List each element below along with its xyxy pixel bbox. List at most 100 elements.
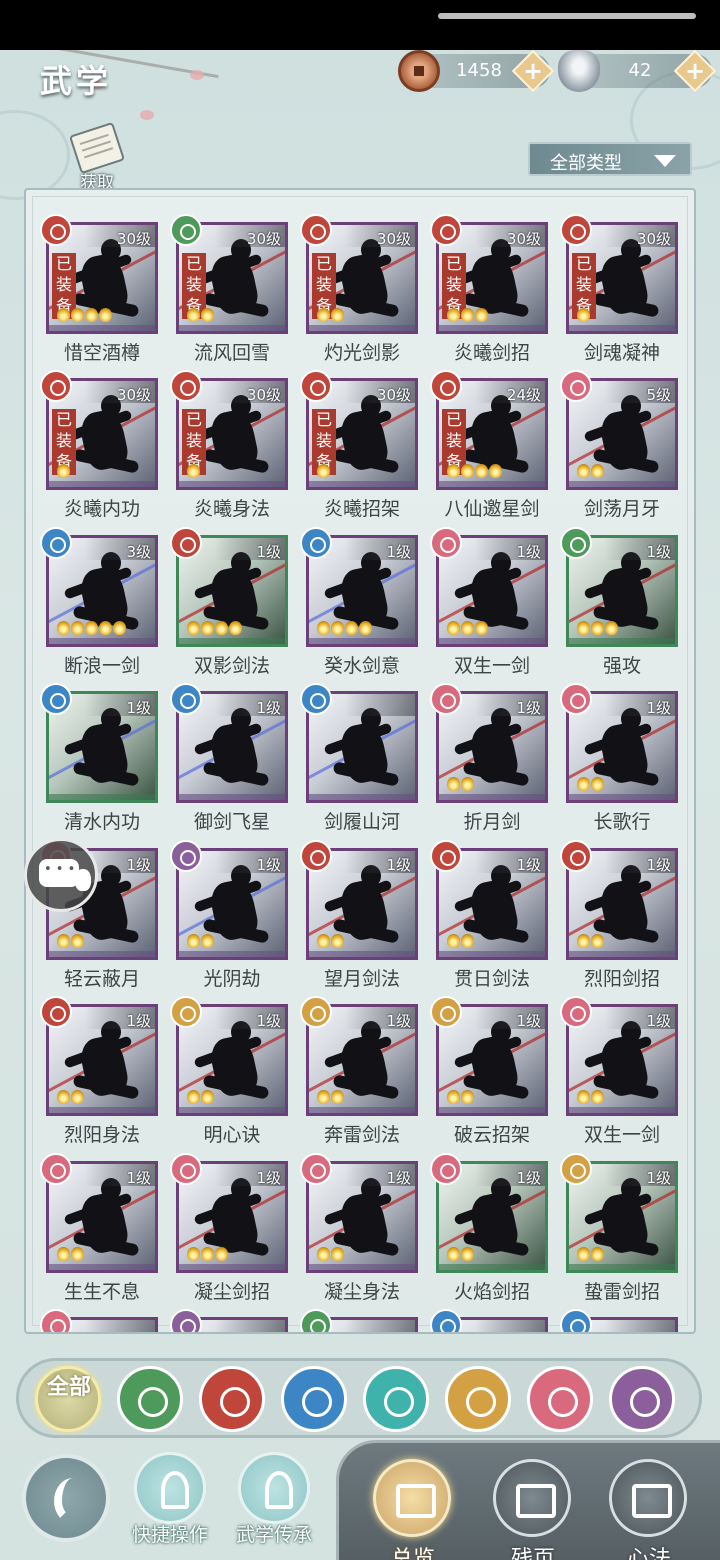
tab-fragments[interactable]: 残页 — [485, 1459, 581, 1560]
flame-pip-icon — [577, 621, 590, 635]
skill-level: 30级 — [376, 230, 411, 248]
skill-level: 1级 — [386, 1169, 411, 1187]
fire-element-icon — [300, 214, 332, 246]
star-pips — [317, 1246, 345, 1261]
star-pips — [577, 307, 591, 322]
skill-card[interactable]: 30级 已装备 流风回雪 — [170, 214, 288, 372]
skill-card[interactable]: 1级 御剑飞星 — [170, 683, 288, 841]
cloud-ornament — [0, 110, 70, 200]
skill-card[interactable]: 1级 凝尘身法 — [300, 1153, 418, 1311]
acquire-button[interactable]: 获取 — [62, 121, 132, 193]
skill-card-partial[interactable] — [430, 1309, 548, 1332]
skill-card-partial[interactable] — [560, 1309, 678, 1332]
skill-card[interactable]: 1级 望月剑法 — [300, 840, 418, 998]
skill-card[interactable]: 24级 已装备 八仙邀星剑 — [430, 370, 548, 528]
flame-pip-icon — [57, 1247, 70, 1261]
skill-card[interactable]: 1级 双生一剑 — [560, 996, 678, 1154]
chat-button[interactable] — [24, 838, 98, 912]
skill-card[interactable]: 1级 火焰剑招 — [430, 1153, 548, 1311]
skill-card[interactable]: 1级 明心诀 — [170, 996, 288, 1154]
element-tab-wind[interactable] — [117, 1366, 183, 1432]
flame-pip-icon — [187, 464, 200, 478]
flame-pip-icon — [187, 308, 200, 322]
skill-card[interactable]: 30级 已装备 炎曦招架 — [300, 370, 418, 528]
type-filter-dropdown[interactable]: 全部类型 — [528, 142, 692, 176]
star-pips — [577, 1089, 605, 1104]
skill-card[interactable]: 1级 折月剑 — [430, 683, 548, 841]
skill-card[interactable]: 1级 光阴劫 — [170, 840, 288, 998]
skill-level: 1级 — [386, 1012, 411, 1030]
star-pips — [577, 620, 619, 635]
flame-pip-icon — [447, 308, 460, 322]
skill-name: 断浪一剑 — [63, 655, 140, 677]
skill-card[interactable]: 1级 凝尘剑招 — [170, 1153, 288, 1311]
star-pips — [447, 933, 475, 948]
back-button[interactable] — [22, 1454, 110, 1542]
skill-card[interactable]: 30级 已装备 灼光剑影 — [300, 214, 418, 372]
star-pips — [577, 776, 605, 791]
copper-currency: 1458 + — [398, 49, 555, 93]
inheritance-button[interactable]: 武学传承 — [228, 1452, 318, 1560]
skill-card[interactable]: 剑履山河 — [300, 683, 418, 841]
quick-action-button[interactable]: 快捷操作 — [124, 1452, 214, 1560]
skill-card[interactable]: 30级 已装备 炎曦身法 — [170, 370, 288, 528]
skill-card[interactable]: 30级 已装备 剑魂凝神 — [560, 214, 678, 372]
element-tab-all[interactable]: 全部 — [35, 1366, 101, 1432]
skill-card[interactable]: 1级 破云招架 — [430, 996, 548, 1154]
copper-value: 1458 — [456, 60, 502, 81]
fire-element-icon — [560, 840, 592, 872]
skill-card[interactable]: 1级 蛰雷剑招 — [560, 1153, 678, 1311]
skill-card[interactable]: 1级 癸水剑意 — [300, 527, 418, 685]
flame-pip-icon — [331, 621, 344, 635]
fire-element-icon — [170, 370, 202, 402]
skill-level: 1级 — [646, 543, 671, 561]
element-tab-butterfly[interactable] — [363, 1366, 429, 1432]
moon-element-icon — [170, 1153, 202, 1185]
flame-pip-icon — [57, 464, 70, 478]
scroll-icon — [68, 121, 126, 175]
skill-card[interactable]: 30级 已装备 炎曦内功 — [40, 370, 158, 528]
rose-element-icon — [170, 840, 202, 872]
skill-card-partial[interactable] — [300, 1309, 418, 1332]
flame-pip-icon — [447, 1247, 460, 1261]
star-pips — [317, 620, 373, 635]
element-tab-rose[interactable] — [609, 1366, 675, 1432]
flame-pip-icon — [201, 1247, 214, 1261]
skill-card[interactable]: 5级 剑荡月牙 — [560, 370, 678, 528]
flame-pip-icon — [201, 1090, 214, 1104]
flame-pip-icon — [57, 308, 70, 322]
flame-pip-icon — [57, 934, 70, 948]
tab-mind[interactable]: 心法 — [601, 1459, 697, 1560]
skill-card-partial[interactable] — [40, 1309, 158, 1332]
skill-card[interactable]: 1级 长歌行 — [560, 683, 678, 841]
flame-pip-icon — [71, 308, 84, 322]
fire-element-icon — [40, 214, 72, 246]
skill-card[interactable]: 1级 强攻 — [560, 527, 678, 685]
skill-card-partial[interactable] — [170, 1309, 288, 1332]
skill-card[interactable]: 1级 生生不息 — [40, 1153, 158, 1311]
moon-element-icon — [300, 1153, 332, 1185]
element-tab-water[interactable] — [281, 1366, 347, 1432]
skill-card[interactable]: 1级 双生一剑 — [430, 527, 548, 685]
element-tab-fire[interactable] — [199, 1366, 265, 1432]
star-pips — [317, 1089, 345, 1104]
skill-name: 八仙邀星剑 — [444, 498, 540, 520]
skill-card[interactable]: 1级 清水内功 — [40, 683, 158, 841]
flame-pip-icon — [85, 621, 98, 635]
skill-card[interactable]: 1级 双影剑法 — [170, 527, 288, 685]
skill-card[interactable]: 1级 烈阳身法 — [40, 996, 158, 1154]
flame-pip-icon — [577, 464, 590, 478]
skill-grid-panel[interactable]: 30级 已装备 惜空酒樽 30级 已装备 流风回雪 30级 已装备 灼光剑影 30级 已装备 炎曦剑招… — [24, 188, 696, 1334]
element-tab-moon[interactable] — [527, 1366, 593, 1432]
flame-pip-icon — [577, 777, 590, 791]
skill-card[interactable]: 30级 已装备 惜空酒樽 — [40, 214, 158, 372]
skill-card[interactable]: 1级 奔雷剑法 — [300, 996, 418, 1154]
tab-overview[interactable]: 总览 — [365, 1459, 461, 1560]
skill-card[interactable]: 1级 贯日剑法 — [430, 840, 548, 998]
skill-card[interactable]: 1级 烈阳剑招 — [560, 840, 678, 998]
skill-card[interactable]: 30级 已装备 炎曦剑招 — [430, 214, 548, 372]
star-pips — [187, 933, 215, 948]
skill-card[interactable]: 3级 断浪一剑 — [40, 527, 158, 685]
skill-name: 双生一剑 — [453, 655, 530, 677]
element-tab-shield[interactable] — [445, 1366, 511, 1432]
